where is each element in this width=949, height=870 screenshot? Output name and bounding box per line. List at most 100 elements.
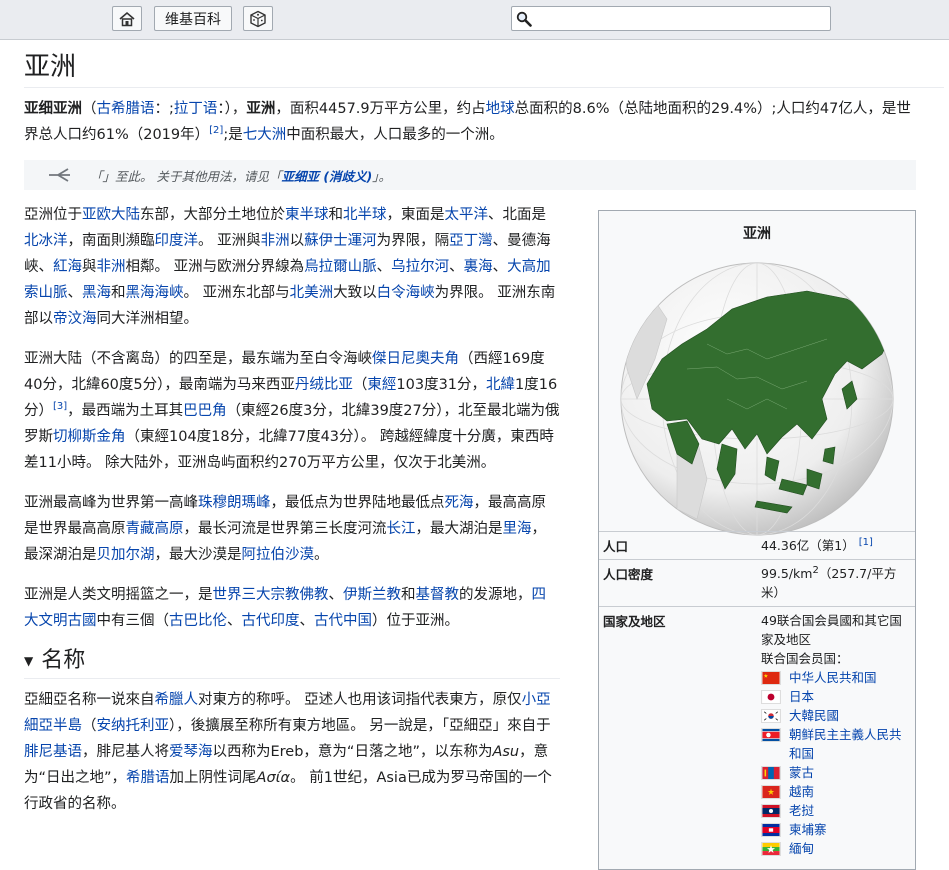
text: ，腓尼基人将 <box>82 744 169 760</box>
text: 为界限，隔 <box>376 233 450 249</box>
arabian-desert-link[interactable]: 阿拉伯沙漠 <box>242 547 315 563</box>
geography-paragraph: 亞洲位于亚欧大陆东部，大部分土地位於東半球和北半球，東面是太平洋、北面是北冰洋，… <box>24 202 560 332</box>
ural-river-link[interactable]: 乌拉尔河 <box>391 259 449 275</box>
yangtze-link[interactable]: 长江 <box>387 521 416 537</box>
country-link[interactable]: 越南 <box>789 782 814 801</box>
east-longitude-link[interactable]: 東經 <box>367 377 396 393</box>
magnifier-icon <box>516 11 532 27</box>
christianity-link[interactable]: 基督教 <box>416 587 460 603</box>
anatolia-link[interactable]: 安纳托利亚 <box>97 718 170 734</box>
countries-label: 国家及地区 <box>603 614 666 629</box>
cape-baba-link[interactable]: 巴巴角 <box>183 403 227 419</box>
country-link[interactable]: 老挝 <box>789 801 814 820</box>
text: 亚洲是人类文明摇篮之一，是 <box>24 587 213 603</box>
country-link[interactable]: 蒙古 <box>789 763 814 782</box>
country-item: 朝鲜民主主義人民共和国 <box>761 725 911 763</box>
north-latitude-link[interactable]: 北緯 <box>486 377 515 393</box>
country-link[interactable]: 日本 <box>789 687 814 706</box>
lead-bold-name: 亚细亚洲 <box>24 101 82 117</box>
japan-flag-icon <box>761 690 781 704</box>
timor-sea-link[interactable]: 帝汶海 <box>53 311 97 327</box>
world-religions-link[interactable]: 世界三大宗教 <box>213 587 300 603</box>
eurasia-link[interactable]: 亚欧大陆 <box>82 207 140 223</box>
buddhism-link[interactable]: 佛教 <box>300 587 329 603</box>
text: 同大洋洲相望。 <box>96 311 199 327</box>
text: （ <box>82 718 97 734</box>
greeks-link[interactable]: 希臘人 <box>155 692 199 708</box>
greek-language-link[interactable]: 古希腊语 <box>97 101 155 117</box>
dprk-flag-icon <box>761 728 781 742</box>
text: 和 <box>328 207 344 223</box>
asia-globe-map[interactable] <box>607 249 907 549</box>
search-input[interactable] <box>536 10 826 27</box>
dice-icon <box>250 10 266 27</box>
text: 的发源地， <box>459 587 532 603</box>
text: 和 <box>111 285 126 301</box>
tibetan-plateau-link[interactable]: 青藏高原 <box>126 521 184 537</box>
text: 以 <box>289 233 305 249</box>
phoenician-link[interactable]: 腓尼基语 <box>24 744 82 760</box>
bering-strait-link[interactable]: 白令海峽 <box>377 285 435 301</box>
search-field[interactable] <box>511 6 831 31</box>
latin-language-link[interactable]: 拉丁语 <box>174 101 218 117</box>
text: 、北面是 <box>488 207 546 223</box>
ancient-china-link[interactable]: 古代中国 <box>314 613 372 629</box>
density-number: 99.5/km <box>761 566 813 581</box>
disambiguation-link[interactable]: 亚细亚 (消歧义) <box>281 166 372 185</box>
wikipedia-button[interactable]: 维基百科 <box>154 6 232 31</box>
country-link[interactable]: 朝鲜民主主義人民共和国 <box>789 725 911 763</box>
country-link[interactable]: 大韓民國 <box>789 706 839 725</box>
country-link[interactable]: 柬埔寨 <box>789 820 827 839</box>
extremes-paragraph: 亚洲大陆（不含离岛）的四至是，最东端为至白令海峽傑日尼奧夫角（西經169度40分… <box>24 346 560 476</box>
ancient-india-link[interactable]: 古代印度 <box>242 613 300 629</box>
dead-sea-link[interactable]: 死海 <box>445 495 474 511</box>
red-sea-link[interactable]: 紅海 <box>53 259 82 275</box>
italic-term: Ασία <box>256 770 291 786</box>
africa-link[interactable]: 非洲 <box>261 233 290 249</box>
aegean-sea-link[interactable]: 爱琴海 <box>169 744 213 760</box>
tanjung-piai-link[interactable]: 丹绒比亚 <box>295 377 353 393</box>
lead-text: ：; <box>154 101 174 117</box>
country-link[interactable]: 緬甸 <box>789 839 814 858</box>
pacific-link[interactable]: 太平洋 <box>445 207 489 223</box>
cape-chelyuskin-link[interactable]: 切柳斯金角 <box>53 429 126 445</box>
home-button[interactable] <box>112 6 142 31</box>
caspian-link[interactable]: 里海 <box>503 521 532 537</box>
northern-hemisphere-link[interactable]: 北半球 <box>343 207 387 223</box>
africa-link-2[interactable]: 非洲 <box>97 259 126 275</box>
vietnam-flag-icon <box>761 785 781 799</box>
collapse-arrow-icon[interactable]: ▼ <box>24 648 33 674</box>
text: ，東面是 <box>386 207 445 223</box>
country-link[interactable]: 中华人民共和国 <box>789 668 877 687</box>
countries-value: 49联合国会員國和其它国家及地区 联合国会员国： 中华人民共和国 日本 大韓民國… <box>761 611 911 858</box>
text: ）位于亚洲。 <box>372 613 459 629</box>
gulf-of-aden-link[interactable]: 亞丁灣 <box>449 233 493 249</box>
reference-link[interactable]: [3] <box>53 401 67 412</box>
caspian-sea-link[interactable]: 裏海 <box>464 259 493 275</box>
earth-link[interactable]: 地球 <box>486 101 515 117</box>
text: 亚洲大陆（不含离岛）的四至是，最东端为至白令海峽 <box>24 351 372 367</box>
north-america-link[interactable]: 北美洲 <box>290 285 334 301</box>
random-article-button[interactable] <box>243 6 273 31</box>
hatnote-text: 「」至此。 关于其他用法，请见「 <box>90 168 282 184</box>
mongolia-flag-icon <box>761 766 781 780</box>
black-sea-link[interactable]: 黑海 <box>82 285 111 301</box>
arctic-ocean-link[interactable]: 北冰洋 <box>24 233 68 249</box>
babylon-link[interactable]: 古巴比伦 <box>169 613 227 629</box>
suez-canal-link[interactable]: 蘇伊士運河 <box>304 233 377 249</box>
cape-dezhnev-link[interactable]: 傑日尼奧夫角 <box>372 351 459 367</box>
eastern-hemisphere-link[interactable]: 東半球 <box>285 207 329 223</box>
turkish-straits-link[interactable]: 黑海海峽 <box>126 285 184 301</box>
islam-link[interactable]: 伊斯兰教 <box>343 587 401 603</box>
reference-link[interactable]: [1] <box>859 537 873 548</box>
reference-link[interactable]: [2] <box>209 125 223 136</box>
section-name-header[interactable]: ▼ 名称 <box>24 648 560 679</box>
seven-continents-link[interactable]: 七大洲 <box>243 127 287 143</box>
everest-link[interactable]: 珠穆朗瑪峰 <box>198 495 271 511</box>
country-item: 大韓民國 <box>761 706 911 725</box>
ural-mountains-link[interactable]: 烏拉爾山脈 <box>304 259 377 275</box>
greek-language-link-2[interactable]: 希腊语 <box>126 770 170 786</box>
baikal-link[interactable]: 贝加尔湖 <box>97 547 155 563</box>
lead-text: （ <box>82 101 97 117</box>
indian-ocean-link[interactable]: 印度洋 <box>155 233 199 249</box>
